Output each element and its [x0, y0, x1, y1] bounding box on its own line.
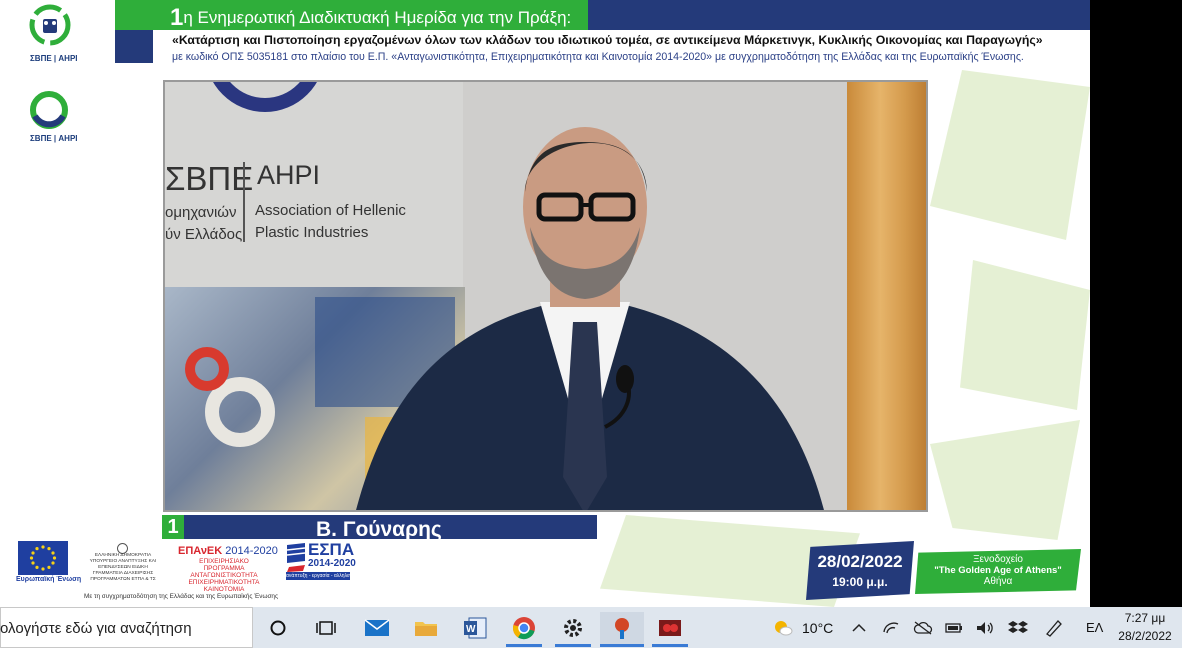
venue-type: Ξενοδοχείο: [973, 554, 1023, 565]
logo-acronym: ΣΒΠΕ | AHPI: [30, 54, 78, 63]
event-title: 1η Ενημερωτική Διαδικτυακή Ημερίδα για τ…: [170, 4, 571, 32]
battery-icon[interactable]: [944, 618, 964, 638]
banner-divider: [243, 162, 245, 242]
clock-date[interactable]: 28/2/2022: [1110, 629, 1180, 643]
recycle-arrow-shape: [930, 420, 1080, 540]
mail-icon[interactable]: [357, 612, 397, 644]
media-running-indicator: [652, 644, 688, 647]
media-app-icon[interactable]: [650, 612, 690, 644]
venue-city: Αθήνα: [983, 576, 1013, 587]
powerpoint-icon[interactable]: [600, 612, 644, 644]
settings-running-indicator: [555, 644, 591, 647]
chrome-running-indicator: [506, 644, 542, 647]
volume-icon[interactable]: [975, 618, 995, 638]
sbpe-ring-logo: [27, 88, 71, 132]
chevron-up-icon[interactable]: [849, 618, 869, 638]
screen: 1η Ενημερωτική Διαδικτυακή Ημερίδα για τ…: [0, 0, 1182, 648]
event-subtitle: «Κατάρτιση και Πιστοποίηση εργαζομένων ό…: [172, 33, 1043, 47]
speaker-person: [356, 127, 824, 510]
banner-acronym-en: AHPI: [257, 160, 321, 190]
clock-time[interactable]: 7:27 μμ: [1110, 611, 1180, 625]
cloud-sync-icon[interactable]: [913, 618, 933, 638]
espa-logo: ΕΣΠΑ: [308, 540, 355, 559]
eu-flag-icon: [18, 541, 68, 575]
espa-years: 2014-2020: [308, 558, 356, 569]
epanek-logo: ΕΠΑνΕΚ 2014-2020: [178, 545, 278, 557]
event-time: 19:00 μ.μ.: [832, 575, 888, 589]
letterbox-bar: [1090, 0, 1182, 607]
eu-label: Ευρωπαϊκή Ένωση: [16, 576, 82, 583]
chrome-icon[interactable]: [504, 612, 544, 644]
weather-sun-icon[interactable]: [772, 618, 794, 638]
input-language[interactable]: ΕΛ: [1086, 620, 1103, 635]
powerpoint-running-indicator: [600, 644, 644, 647]
event-funding-note: με κωδικό ΟΠΣ 5035181 στο πλαίσιο του Ε.…: [172, 51, 1024, 63]
speaker-name: Β. Γούναρης: [184, 515, 597, 539]
svg-text:W: W: [466, 624, 476, 635]
pen-icon[interactable]: [1044, 618, 1064, 638]
event-title-number: 1: [170, 4, 184, 31]
task-view-icon[interactable]: [306, 612, 346, 644]
settings-icon[interactable]: [553, 612, 593, 644]
espa-band: ανάπτυξη - εργασία - αλληλεγγύη: [286, 572, 360, 580]
weather-temperature[interactable]: 10°C: [802, 620, 833, 636]
cortana-icon[interactable]: [258, 612, 298, 644]
word-icon[interactable]: W: [455, 612, 495, 644]
banner-subtitle-gr: ομηχανιών ύν Ελλάδος: [165, 204, 243, 243]
ministry-text: ΕΛΛΗΝΙΚΗ ΔΗΜΟΚΡΑΤΙΑ ΥΠΟΥΡΓΕΙΟ ΑΝΑΠΤΥΞΗΣ …: [89, 553, 157, 582]
header-navy-bar: [588, 0, 1090, 30]
file-explorer-icon[interactable]: [406, 612, 446, 644]
venue-name: "The Golden Age of Athens": [934, 565, 1062, 576]
cofunding-note: Με τη συγχρηματοδότηση της Ελλάδας και τ…: [84, 593, 279, 600]
event-title-text: η Ενημερωτική Διαδικτυακή Ημερίδα για τη…: [183, 8, 572, 27]
sbpe-recycle-logo: [28, 3, 72, 51]
recycle-arrow-shape: [960, 260, 1090, 410]
recycle-arrow-shape: [930, 70, 1090, 240]
header-navy-block: [115, 30, 153, 63]
video-feed: ΣΒΠΕ AHPI ομηχανιών ύν Ελλάδος Associati…: [163, 80, 928, 512]
logo-acronym: ΣΒΠΕ | AHPI: [30, 134, 78, 143]
search-placeholder[interactable]: ολογήστε εδώ για αναζήτηση: [0, 620, 192, 637]
dropbox-icon[interactable]: [1008, 618, 1028, 638]
event-date: 28/02/2022: [817, 552, 903, 571]
speaker-index-badge: 1: [162, 515, 184, 539]
presentation-slide: 1η Ενημερωτική Διαδικτυακή Ημερίδα για τ…: [0, 0, 1090, 607]
banner-acronym-gr: ΣΒΠΕ: [165, 160, 254, 197]
tape-roll-shape: [185, 347, 229, 391]
network-icon[interactable]: [881, 618, 901, 638]
epanek-subtitle: ΕΠΙΧΕΙΡΗΣΙΑΚΟ ΠΡΟΓΡΑΜΜΑ ΑΝΤΑΓΩΝΙΣΤΙΚΟΤΗΤ…: [188, 558, 260, 593]
